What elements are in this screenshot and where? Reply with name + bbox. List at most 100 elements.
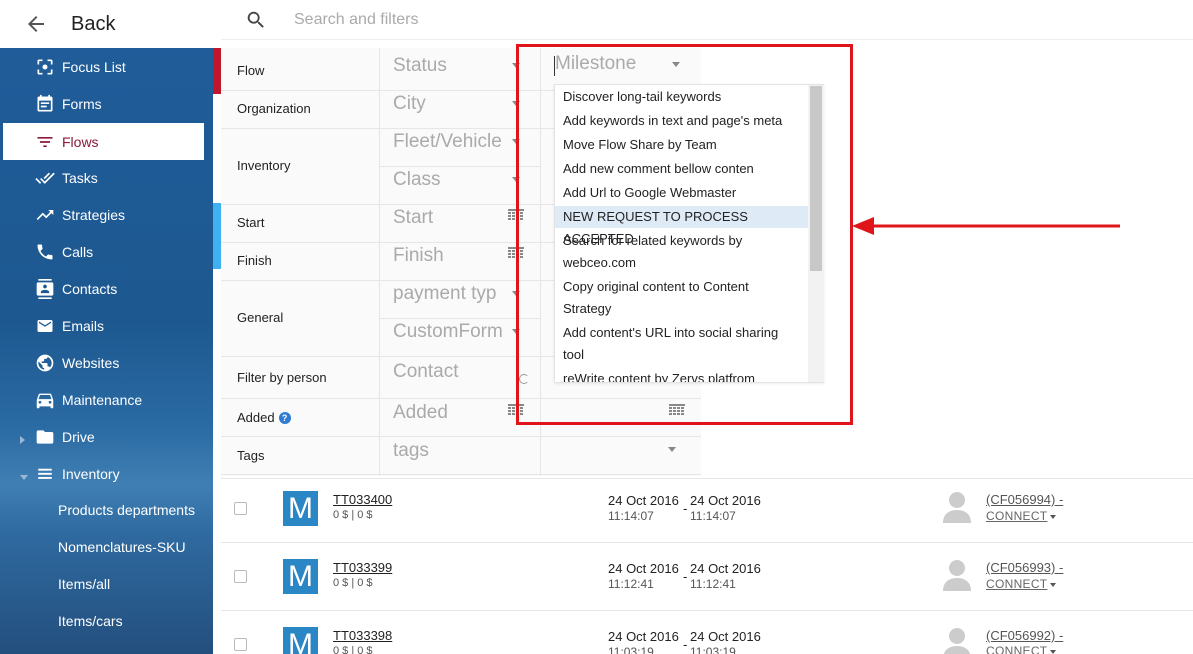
- person-icon: [943, 560, 971, 591]
- sidebar-item-label: Emails: [62, 317, 105, 334]
- avatar: M: [283, 559, 318, 594]
- contacts-icon: [34, 278, 56, 300]
- contact-input[interactable]: Contact: [393, 361, 458, 383]
- list-icon: [34, 463, 56, 485]
- flow-amount: 0 $ | 0 $: [333, 577, 373, 589]
- annotation-box: [516, 44, 853, 425]
- end-date: 24 Oct 2016: [690, 493, 761, 508]
- search-icon[interactable]: [245, 9, 267, 31]
- status-select[interactable]: Status: [393, 55, 447, 77]
- filter-label-added: Added?: [237, 410, 291, 425]
- sidebar-item-inventory[interactable]: Inventory: [0, 455, 213, 492]
- start-date-input[interactable]: Start: [393, 207, 433, 229]
- contact-link[interactable]: (CF056994) -: [986, 492, 1063, 507]
- flow-amount: 0 $ | 0 $: [333, 509, 373, 521]
- sidebar-item-label: Calls: [62, 243, 94, 260]
- flow-code-link[interactable]: TT033398: [333, 628, 392, 643]
- globe-icon: [34, 352, 56, 374]
- top-bar: Back: [0, 0, 1193, 48]
- filter-label-tags: Tags: [237, 448, 265, 463]
- sidebar-item-label: Strategies: [62, 206, 126, 223]
- filter-label-inventory: Inventory: [237, 158, 291, 173]
- sidebar-item-label: Contacts: [62, 280, 118, 297]
- start-time: 11:12:41: [608, 577, 654, 591]
- sidebar-subitem-products-departments[interactable]: Products departments: [58, 502, 195, 518]
- filter-label-flow: Flow: [237, 63, 265, 78]
- added-label-text: Added: [237, 410, 275, 425]
- connect-dropdown[interactable]: CONNECT: [986, 577, 1057, 591]
- contact-link[interactable]: (CF056992) -: [986, 628, 1063, 643]
- phone-icon: [34, 241, 56, 263]
- connect-label: CONNECT: [986, 644, 1048, 654]
- sidebar-subitem-items-cars[interactable]: Items/cars: [58, 613, 123, 629]
- sidebar-item-contacts[interactable]: Contacts: [0, 270, 213, 307]
- sidebar-item-drive[interactable]: Drive: [0, 418, 213, 455]
- sidebar-item-focus-list[interactable]: Focus List: [0, 48, 213, 85]
- sidebar-item-websites[interactable]: Websites: [0, 344, 213, 381]
- sidebar-item-label: Flows: [62, 133, 99, 150]
- help-icon[interactable]: ?: [278, 412, 291, 424]
- back-button[interactable]: Back: [0, 0, 221, 48]
- filter-label-filter-by-person: Filter by person: [237, 370, 327, 385]
- payment-type-select[interactable]: payment typ: [393, 283, 497, 305]
- strategies-icon: [34, 204, 56, 226]
- connect-dropdown[interactable]: CONNECT: [986, 644, 1057, 654]
- date-separator: -: [683, 501, 688, 516]
- avatar: M: [283, 491, 318, 526]
- tags-input[interactable]: tags: [393, 440, 429, 462]
- person-icon: [943, 628, 971, 654]
- sidebar-item-label: Forms: [62, 95, 102, 112]
- connect-label: CONNECT: [986, 509, 1048, 523]
- sidebar-subitem-nomenclatures-sku[interactable]: Nomenclatures-SKU: [58, 539, 186, 555]
- sidebar-item-label: Websites: [62, 354, 120, 371]
- tasks-icon: [34, 167, 56, 189]
- flow-code-link[interactable]: TT033400: [333, 492, 392, 507]
- start-time: 11:14:07: [608, 509, 654, 523]
- date-separator: -: [683, 569, 688, 584]
- focus-icon: [34, 56, 56, 78]
- flow-amount: 0 $ | 0 $: [333, 645, 373, 654]
- sidebar-item-maintenance[interactable]: Maintenance: [0, 381, 213, 418]
- finish-date-input[interactable]: Finish: [393, 245, 444, 267]
- end-time: 11:12:41: [690, 577, 736, 591]
- chevron-down-icon: [1050, 650, 1057, 654]
- sidebar: Focus List Forms Flows Tasks Strategies …: [0, 48, 213, 654]
- car-icon: [34, 389, 56, 411]
- city-select[interactable]: City: [393, 93, 426, 115]
- annotation-arrow-icon: [852, 217, 1120, 235]
- sidebar-item-forms[interactable]: Forms: [0, 85, 213, 122]
- sidebar-item-emails[interactable]: Emails: [0, 307, 213, 344]
- sidebar-item-tasks[interactable]: Tasks: [0, 159, 213, 196]
- start-time: 11:03:19: [608, 645, 654, 654]
- row-checkbox[interactable]: [234, 502, 247, 515]
- fleet-vehicle-select[interactable]: Fleet/Vehicle: [393, 131, 502, 153]
- row-checkbox[interactable]: [234, 570, 247, 583]
- filter-label-finish: Finish: [237, 253, 272, 268]
- filter-label-general: General: [237, 310, 284, 325]
- back-label: Back: [71, 12, 116, 35]
- flow-code-link[interactable]: TT033399: [333, 560, 392, 575]
- sidebar-item-strategies[interactable]: Strategies: [0, 196, 213, 233]
- added-date-input[interactable]: Added: [393, 402, 448, 424]
- filter-label-organization: Organization: [237, 101, 311, 116]
- custom-form-select[interactable]: CustomForm: [393, 321, 503, 343]
- end-time: 11:03:19: [690, 645, 736, 654]
- arrow-left-icon: [28, 16, 44, 32]
- sidebar-item-label: Drive: [62, 428, 95, 445]
- search-input[interactable]: [294, 10, 894, 29]
- flows-icon: [34, 131, 56, 153]
- date-color-strip: [213, 203, 221, 269]
- sidebar-item-flows[interactable]: Flows: [3, 123, 204, 160]
- sidebar-item-label: Inventory: [62, 465, 120, 482]
- sidebar-item-calls[interactable]: Calls: [0, 233, 213, 270]
- person-icon: [943, 492, 971, 523]
- contact-link[interactable]: (CF056993) -: [986, 560, 1063, 575]
- connect-dropdown[interactable]: CONNECT: [986, 509, 1057, 523]
- end-date: 24 Oct 2016: [690, 629, 761, 644]
- class-select[interactable]: Class: [393, 169, 441, 191]
- email-icon: [34, 315, 56, 337]
- row-checkbox[interactable]: [234, 638, 247, 651]
- sidebar-item-label: Focus List: [62, 58, 126, 75]
- sidebar-subitem-items-all[interactable]: Items/all: [58, 576, 110, 592]
- connect-label: CONNECT: [986, 577, 1048, 591]
